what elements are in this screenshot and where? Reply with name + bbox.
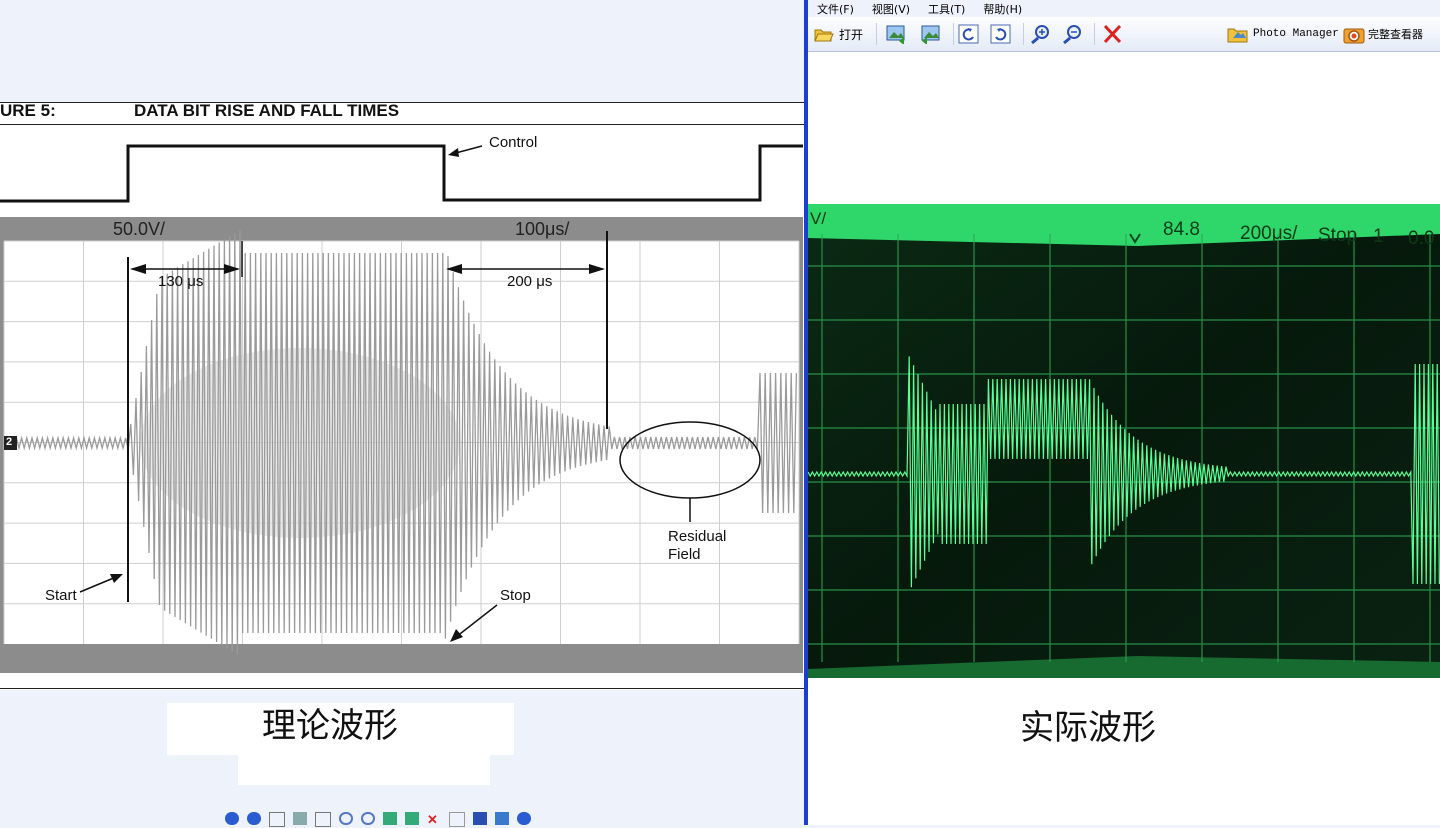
- menu-bar: 文件(F) 视图(V) 工具(T) 帮助(H): [808, 0, 1440, 17]
- theoretical-scope-screen: [0, 217, 803, 673]
- trigger-channel: 1: [1373, 226, 1384, 247]
- zoom-in-icon[interactable]: [339, 812, 353, 825]
- actual-caption: 实际波形: [1020, 708, 1156, 748]
- email-icon[interactable]: [495, 812, 509, 825]
- t200-label: 200 μs: [507, 273, 553, 290]
- control-label: Control: [489, 134, 538, 151]
- folder-open-icon: [814, 29, 834, 42]
- zoom-in-icon: [1031, 25, 1049, 44]
- trigger-position: 84.8: [1163, 219, 1200, 240]
- control-signal: [0, 144, 803, 203]
- full-viewer-label: 完整查看器: [1368, 28, 1423, 41]
- next-image-icon: [921, 25, 940, 44]
- title-rule: [0, 124, 806, 125]
- save-icon[interactable]: [473, 812, 487, 825]
- next-image-button[interactable]: [919, 23, 941, 45]
- scope-run-state: Stop: [1318, 225, 1358, 246]
- rotate-left-button[interactable]: [958, 23, 980, 45]
- zoom-out-button[interactable]: [1062, 23, 1084, 45]
- toolbar-separator: [1023, 23, 1024, 45]
- caption-backdrop-2: [238, 752, 490, 785]
- figure-title: DATA BIT RISE AND FALL TIMES: [134, 101, 400, 120]
- stop-label: Stop: [500, 587, 531, 604]
- bottom-rule: [0, 688, 806, 689]
- camera-icon: [1343, 28, 1365, 44]
- top-rule: [0, 102, 806, 103]
- menu-view[interactable]: 视图(V): [863, 0, 919, 17]
- trigger-level: 0.0: [1408, 228, 1435, 249]
- residual-label: Residual: [668, 528, 727, 545]
- previous-image-button[interactable]: [886, 23, 908, 45]
- rotate-ccw-icon: [958, 24, 979, 44]
- start-label: Start: [45, 587, 77, 604]
- prev-page-icon[interactable]: [225, 812, 239, 825]
- photo-manager-icon: [1227, 28, 1248, 43]
- print-icon[interactable]: [293, 812, 307, 825]
- previous-image-icon: [886, 25, 905, 44]
- help-icon[interactable]: [517, 812, 531, 825]
- t130-label: 130 μs: [158, 273, 204, 290]
- zoom-in-button[interactable]: [1030, 23, 1052, 45]
- pdf-viewer-pane: URE 5: DATA BIT RISE AND FALL TIMES Cont…: [0, 0, 806, 827]
- toolbar-separator: [1094, 23, 1095, 45]
- open-button[interactable]: 打开: [814, 23, 863, 45]
- rotate-left-icon[interactable]: [383, 812, 397, 825]
- time-per-div: 100μs/: [515, 219, 570, 239]
- delete-icon: [1103, 24, 1122, 44]
- toolbar-separator: [876, 23, 877, 45]
- open-label: 打开: [839, 27, 864, 42]
- actual-scope-photo: [808, 204, 1440, 678]
- full-viewer-button[interactable]: 完整查看器: [1343, 23, 1423, 45]
- rotate-cw-icon: [990, 24, 1011, 44]
- toolbar-separator: [953, 23, 954, 45]
- scope-time-per-div: 200μs/: [1240, 223, 1298, 244]
- next-page-icon[interactable]: [247, 812, 261, 825]
- channel-marker: 2: [6, 436, 13, 448]
- figure-label: URE 5:: [0, 101, 56, 120]
- menu-tools[interactable]: 工具(T): [919, 0, 974, 17]
- photo-manager-button[interactable]: Photo Manager: [1227, 23, 1339, 45]
- theoretical-caption: 理论波形: [262, 706, 398, 746]
- menu-help[interactable]: 帮助(H): [974, 0, 1031, 17]
- photo-viewer-pane: 文件(F) 视图(V) 工具(T) 帮助(H) 打开 Photo Manager…: [808, 0, 1440, 825]
- photo-manager-label: Photo Manager: [1253, 28, 1339, 40]
- zoom-out-icon[interactable]: [361, 812, 375, 825]
- menu-file[interactable]: 文件(F): [808, 0, 863, 17]
- delete-icon[interactable]: ✕: [427, 812, 441, 827]
- scope-volts-label: V/: [810, 209, 827, 228]
- viewer-toolbar: 打开 Photo Manager 完整查看器: [808, 17, 1440, 52]
- volts-per-div: 50.0V/: [113, 219, 166, 239]
- zoom-out-icon: [1063, 25, 1081, 44]
- rotate-right-icon[interactable]: [405, 812, 419, 825]
- pdf-bottom-toolbar: ✕: [225, 812, 531, 827]
- delete-button[interactable]: [1102, 23, 1124, 45]
- rotate-right-button[interactable]: [990, 23, 1012, 45]
- field-label: Field: [668, 546, 701, 563]
